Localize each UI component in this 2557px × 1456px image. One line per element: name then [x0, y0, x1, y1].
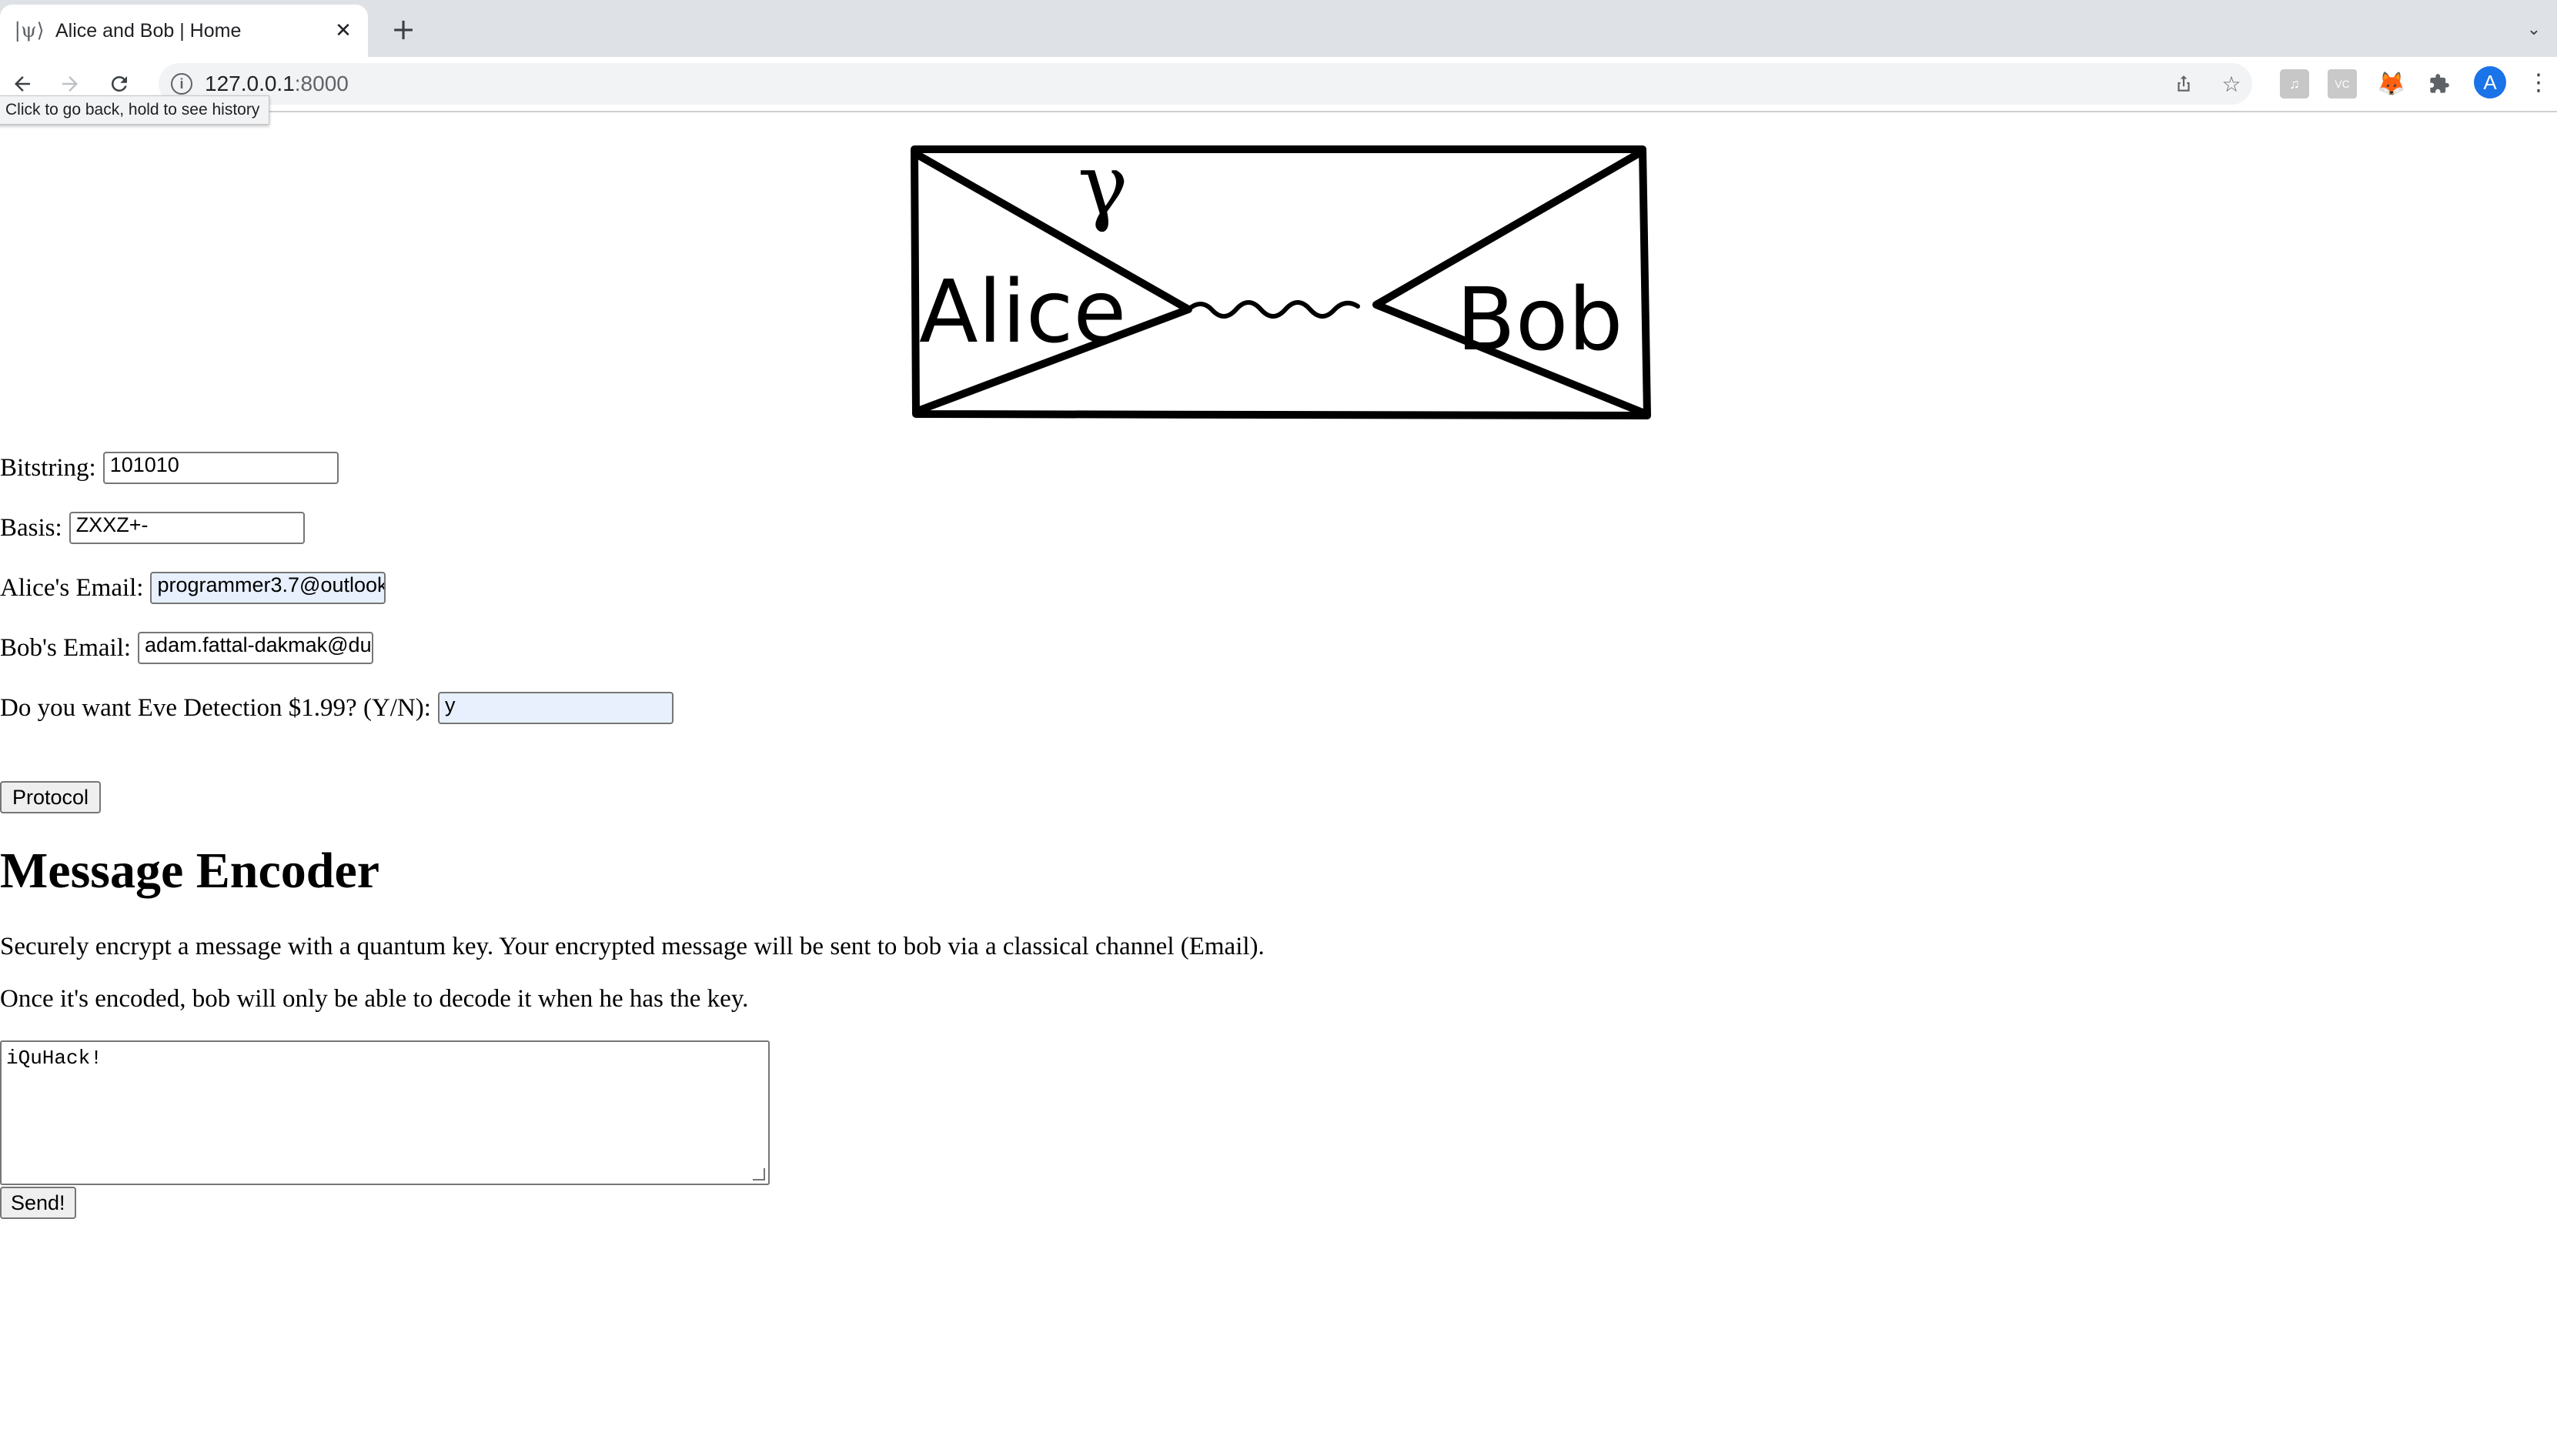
close-tab-icon[interactable]: ✕: [328, 15, 359, 46]
bitstring-row: Bitstring: 101010: [0, 452, 339, 484]
tab-search-chevron-icon[interactable]: ⌄: [2517, 12, 2551, 46]
extension-music-icon[interactable]: ♫: [2280, 69, 2309, 99]
back-button-tooltip: Click to go back, hold to see history: [0, 95, 270, 125]
message-text: iQuHack!: [6, 1047, 102, 1070]
info-icon[interactable]: i: [171, 73, 192, 95]
url-port: :8000: [294, 72, 349, 95]
tab-strip: |ψ⟩ Alice and Bob | Home ✕ + ⌄: [0, 0, 2557, 57]
basis-label: Basis:: [0, 513, 62, 542]
encoder-description: Securely encrypt a message with a quantu…: [0, 933, 1265, 960]
page-content: γ Alice Bob Bitstring: 101010 Basis: ZXX…: [0, 112, 2557, 1456]
basis-row: Basis: ZXXZ+-: [0, 512, 305, 544]
message-textarea[interactable]: iQuHack!: [0, 1040, 770, 1185]
alice-bob-logo: γ Alice Bob: [911, 145, 1651, 419]
eve-detection-row: Do you want Eve Detection $1.99? (Y/N): …: [0, 692, 674, 724]
new-tab-plus-icon[interactable]: +: [386, 12, 420, 46]
profile-avatar[interactable]: A: [2474, 66, 2506, 99]
browser-tab[interactable]: |ψ⟩ Alice and Bob | Home ✕: [0, 5, 368, 57]
bob-email-label: Bob's Email:: [0, 633, 132, 662]
photon-gamma-symbol: γ: [1078, 145, 1128, 234]
page-title: Message Encoder: [0, 843, 380, 899]
bob-email-input[interactable]: adam.fattal-dakmak@du: [138, 632, 374, 664]
share-icon[interactable]: [2169, 69, 2198, 99]
bookmark-star-icon[interactable]: ☆: [2217, 69, 2246, 99]
bob-email-row: Bob's Email: adam.fattal-dakmak@du: [0, 632, 374, 664]
basis-input[interactable]: ZXXZ+-: [69, 512, 305, 544]
protocol-button[interactable]: Protocol: [0, 781, 102, 813]
eve-detection-label: Do you want Eve Detection $1.99? (Y/N):: [0, 693, 431, 722]
site-favicon-icon: |ψ⟩: [14, 19, 45, 42]
encoder-note: Once it's encoded, bob will only be able…: [0, 985, 749, 1013]
resize-handle-icon[interactable]: [753, 1168, 765, 1180]
logo-bob-text: Bob: [1456, 270, 1623, 370]
kebab-menu-icon[interactable]: ⋮: [2525, 66, 2552, 99]
alice-email-row: Alice's Email: programmer3.7@outlook: [0, 572, 386, 604]
extension-vc-icon[interactable]: VC: [2328, 69, 2357, 99]
eve-detection-input[interactable]: y: [437, 692, 674, 724]
alice-email-label: Alice's Email:: [0, 573, 144, 602]
photon-wave: [1186, 300, 1360, 319]
browser-toolbar: i 127.0.0.1:8000 ☆ ♫ VC 🦊: [0, 57, 2557, 112]
metamask-fox-icon[interactable]: 🦊: [2377, 69, 2406, 99]
send-button[interactable]: Send!: [0, 1187, 76, 1219]
alice-email-input[interactable]: programmer3.7@outlook: [150, 572, 386, 604]
logo-alice-text: Alice: [919, 262, 1126, 362]
url-text: 127.0.0.1:8000: [205, 72, 349, 96]
extensions-puzzle-icon[interactable]: [2425, 69, 2454, 99]
tab-title: Alice and Bob | Home: [55, 19, 242, 42]
address-bar[interactable]: i 127.0.0.1:8000 ☆: [159, 63, 2252, 105]
bitstring-label: Bitstring:: [0, 453, 96, 482]
bitstring-input[interactable]: 101010: [102, 452, 339, 484]
url-host: 127.0.0.1: [205, 72, 295, 95]
